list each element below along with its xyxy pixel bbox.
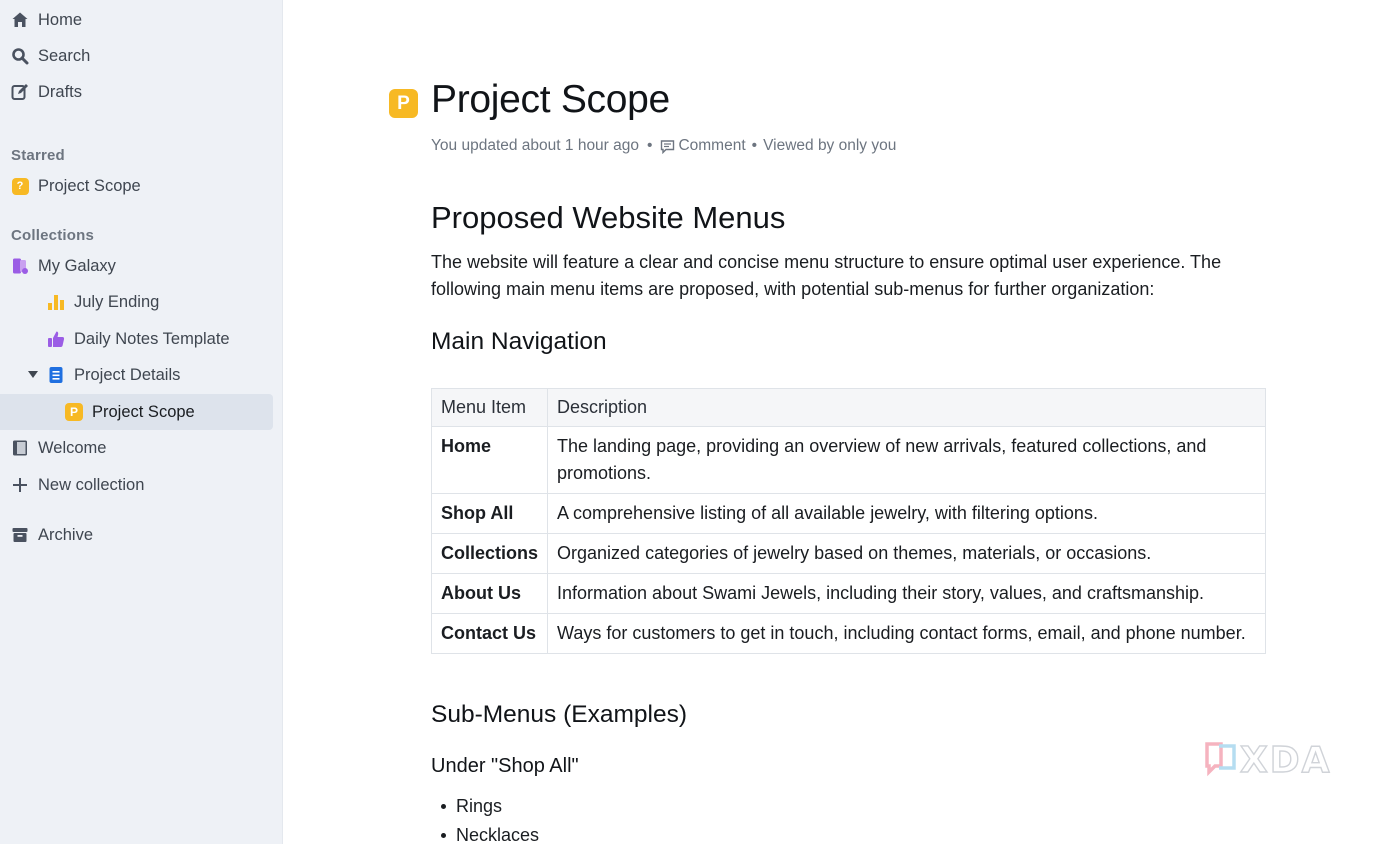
table-row: Shop All A comprehensive listing of all …: [430, 493, 1266, 534]
page-title[interactable]: Project Scope: [431, 78, 670, 122]
sidebar-item-welcome[interactable]: Welcome: [10, 431, 106, 465]
table-row: About Us Information about Swami Jewels,…: [430, 573, 1266, 614]
table-header-row: Menu Item Description: [430, 388, 1266, 427]
column-header-description: Description: [547, 388, 1266, 427]
archive-icon: [10, 525, 30, 545]
sidebar-item-label: Project Details: [74, 365, 181, 384]
sidebar-item-project-details[interactable]: Project Details: [27, 358, 180, 392]
sidebar-item-july-ending[interactable]: July Ending: [46, 285, 159, 319]
watermark-text: XDA: [1239, 739, 1332, 781]
collections-section-label: Collections: [11, 227, 95, 244]
sidebar-item-label: Drafts: [38, 82, 83, 101]
table-cell-menu-item: Shop All: [430, 493, 549, 534]
sidebar-item-project-scope[interactable]: P Project Scope: [64, 395, 195, 429]
sidebar: Home Search Drafts Starred ? Project Sco…: [0, 0, 283, 844]
bar-chart-icon: [46, 292, 66, 312]
chevron-down-icon[interactable]: [27, 369, 39, 381]
sidebar-item-label: My Galaxy: [38, 256, 116, 275]
sidebar-item-label: Search: [38, 46, 91, 65]
sidebar-item-label: Daily Notes Template: [74, 329, 230, 348]
table-row: Contact Us Ways for customers to get in …: [430, 613, 1266, 654]
sidebar-item-label: Welcome: [38, 438, 107, 457]
shop-all-submenu-list: Rings Necklaces: [440, 792, 539, 844]
sidebar-item-home[interactable]: Home: [10, 3, 82, 37]
heading-proposed-website-menus: Proposed Website Menus: [431, 200, 786, 235]
table-cell-description: A comprehensive listing of all available…: [547, 493, 1266, 534]
document-meta: You updated about 1 hour ago • Comment •…: [431, 137, 896, 155]
table-cell-menu-item: Collections: [430, 533, 549, 574]
search-icon: [10, 46, 30, 66]
heading-sub-menus: Sub-Menus (Examples): [431, 701, 687, 728]
sidebar-item-search[interactable]: Search: [10, 39, 90, 73]
comment-button[interactable]: Comment: [660, 137, 746, 155]
document-emoji-icon[interactable]: P: [389, 89, 418, 118]
plus-icon: [10, 475, 30, 495]
main-navigation-table: Menu Item Description Home The landing p…: [430, 388, 1266, 654]
column-header-menu-item: Menu Item: [430, 388, 549, 427]
updated-timestamp[interactable]: You updated about 1 hour ago: [431, 137, 639, 155]
table-cell-description: Information about Swami Jewels, includin…: [547, 573, 1266, 614]
separator: •: [647, 137, 653, 154]
sidebar-item-drafts[interactable]: Drafts: [10, 75, 82, 109]
sidebar-item-starred-project-scope[interactable]: ? Project Scope: [10, 169, 141, 203]
table-cell-description: The landing page, providing an overview …: [547, 426, 1266, 494]
table-cell-menu-item: Contact Us: [430, 613, 549, 654]
table-cell-menu-item: About Us: [430, 573, 549, 614]
heading-main-navigation: Main Navigation: [431, 328, 607, 355]
sidebar-item-label: Home: [38, 10, 83, 29]
viewed-by-label[interactable]: Viewed by only you: [763, 137, 896, 155]
sidebar-item-archive[interactable]: Archive: [10, 518, 93, 552]
question-badge-icon: ?: [10, 176, 30, 196]
table-cell-menu-item: Home: [430, 426, 549, 494]
table-cell-description: Organized categories of jewelry based on…: [547, 533, 1266, 574]
separator: •: [751, 137, 758, 154]
table-cell-description: Ways for customers to get in touch, incl…: [547, 613, 1266, 654]
p-badge-icon: P: [64, 402, 84, 422]
xda-logo-icon: [1205, 741, 1236, 776]
sidebar-item-label: Archive: [38, 525, 94, 544]
book-icon: [10, 438, 30, 458]
table-row: Home The landing page, providing an over…: [430, 426, 1266, 494]
sidebar-item-label: Project Scope: [92, 402, 195, 421]
xda-watermark-logo: XDA: [1204, 739, 1332, 782]
sidebar-item-label: July Ending: [74, 292, 160, 311]
document-icon: [46, 365, 66, 385]
intro-paragraph: The website will feature a clear and con…: [431, 252, 1222, 299]
sidebar-item-label: Project Scope: [38, 176, 141, 195]
sidebar-item-my-galaxy[interactable]: My Galaxy: [10, 249, 116, 283]
list-item: Necklaces: [440, 821, 539, 844]
list-item: Rings: [440, 792, 539, 821]
home-icon: [10, 10, 30, 30]
comment-label: Comment: [678, 137, 746, 154]
sidebar-item-daily-notes-template[interactable]: Daily Notes Template: [46, 322, 230, 356]
table-row: Collections Organized categories of jewe…: [430, 533, 1266, 574]
thumbs-up-icon: [46, 329, 66, 349]
collection-icon: [10, 256, 30, 276]
edit-icon: [10, 82, 30, 102]
starred-section-label: Starred: [11, 147, 65, 164]
heading-under-shop-all: Under "Shop All": [431, 755, 579, 777]
comment-icon: [660, 139, 675, 154]
sidebar-item-new-collection[interactable]: New collection: [10, 468, 144, 502]
sidebar-item-label: New collection: [38, 475, 145, 494]
